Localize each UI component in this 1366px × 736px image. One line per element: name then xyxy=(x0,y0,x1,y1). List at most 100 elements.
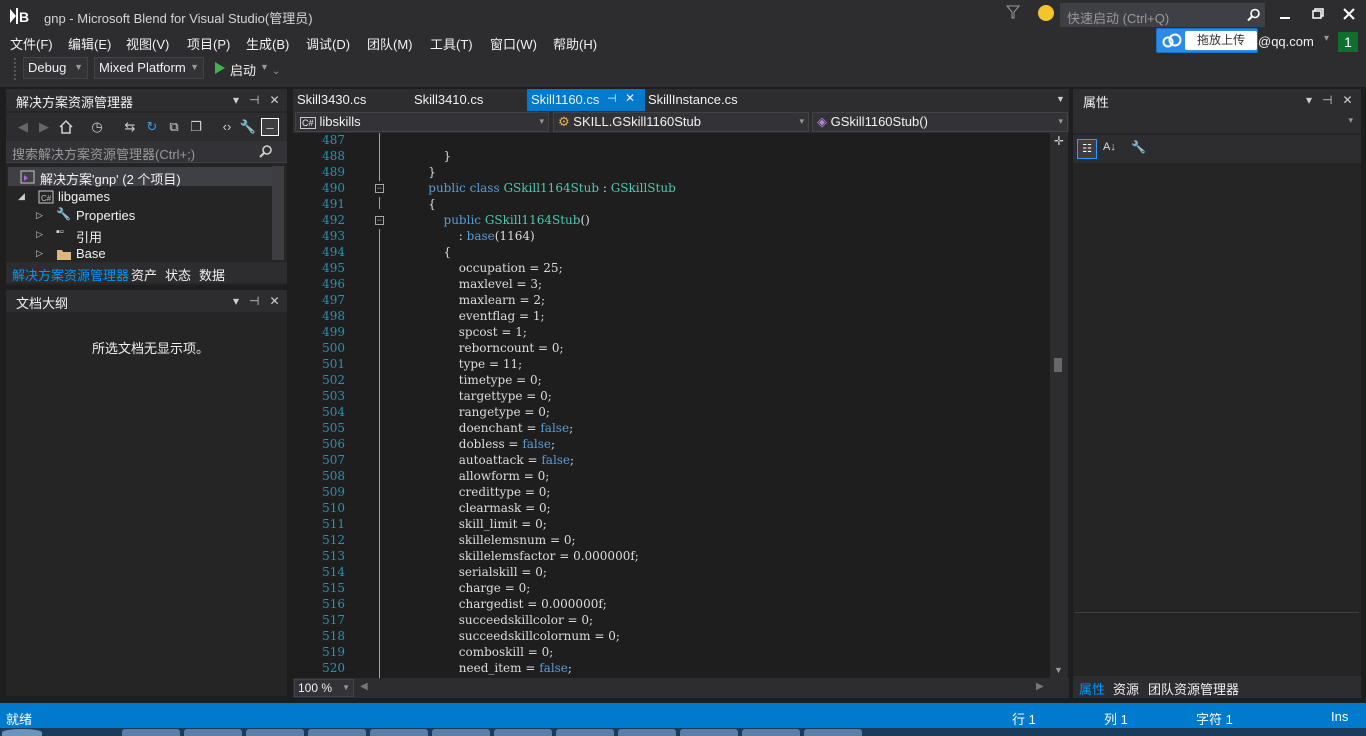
feedback-filter-icon[interactable] xyxy=(1006,5,1020,19)
code-text[interactable]: public class GSkill1164Stub : GSkillStub xyxy=(413,181,676,195)
alphabetical-icon[interactable]: A↓ xyxy=(1103,141,1116,153)
code-text[interactable]: chargedist = 0.000000f; xyxy=(413,597,607,611)
pin-icon[interactable]: ⊣ xyxy=(1322,93,1332,107)
close-window-button[interactable] xyxy=(1334,2,1364,26)
history-icon[interactable]: ◷ xyxy=(88,118,106,136)
menu-project[interactable]: 项目(P) xyxy=(187,34,230,53)
code-text[interactable]: } xyxy=(413,149,452,163)
code-text[interactable]: charge = 0; xyxy=(413,581,531,595)
taskbar-app[interactable] xyxy=(370,729,428,736)
home-icon[interactable] xyxy=(57,118,75,136)
code-line[interactable]: 492 public GSkill1164Stub() xyxy=(293,213,1050,229)
tree-item-base[interactable]: ▷ Base xyxy=(8,244,272,263)
code-line[interactable]: 502 timetype = 0; xyxy=(293,373,1050,389)
code-text[interactable]: spcost = 1; xyxy=(413,325,527,339)
code-text[interactable]: skill_limit = 0; xyxy=(413,517,547,531)
code-text[interactable]: maxlearn = 2; xyxy=(413,293,545,307)
toolbar-overflow-icon[interactable]: ⌄ xyxy=(272,66,280,77)
menu-build[interactable]: 生成(B) xyxy=(246,34,289,53)
code-text[interactable]: comboskill = 0; xyxy=(413,645,554,659)
close-icon[interactable]: ✕ xyxy=(270,93,280,107)
chevron-down-icon[interactable]: ▼ xyxy=(260,62,269,72)
start-debug-button[interactable]: 启动 xyxy=(230,60,256,79)
account-name[interactable]: @qq.com xyxy=(1258,34,1314,49)
code-text[interactable]: rangetype = 0; xyxy=(413,405,550,419)
feedback-smiley-icon[interactable] xyxy=(1038,5,1054,21)
scroll-right-icon[interactable]: ▶ xyxy=(1036,681,1044,692)
taskbar-app[interactable] xyxy=(308,729,366,736)
code-text[interactable]: succeedskillcolornum = 0; xyxy=(413,629,620,643)
restore-button[interactable] xyxy=(1302,2,1332,26)
start-orb[interactable] xyxy=(2,729,42,736)
tab-team-explorer[interactable]: 团队资源管理器 xyxy=(1148,679,1239,698)
tab-skill1160[interactable]: Skill1160.cs ⊣ ✕ xyxy=(527,89,645,111)
taskbar-app[interactable] xyxy=(246,729,304,736)
dropdown-icon[interactable]: ▾ xyxy=(1306,93,1312,107)
split-window-icon[interactable]: ✛ xyxy=(1053,135,1065,147)
toolbar-grip[interactable] xyxy=(14,58,18,80)
pin-icon[interactable]: ⊣ xyxy=(607,92,617,105)
tab-skill3410[interactable]: Skill3410.cs xyxy=(410,89,487,111)
code-line[interactable]: 489 } xyxy=(293,165,1050,181)
taskbar-app[interactable] xyxy=(122,729,180,736)
taskbar-app[interactable] xyxy=(680,729,738,736)
code-text[interactable]: skillelemsnum = 0; xyxy=(413,533,576,547)
code-text[interactable]: eventflag = 1; xyxy=(413,309,545,323)
tab-properties[interactable]: 属性 xyxy=(1079,679,1105,698)
notification-badge[interactable]: 1 xyxy=(1338,32,1358,52)
code-line[interactable]: 501 type = 11; xyxy=(293,357,1050,373)
categorized-icon[interactable]: ☷ xyxy=(1077,139,1097,159)
search-icon[interactable] xyxy=(1247,8,1261,22)
editor-vertical-scrollbar[interactable] xyxy=(1050,133,1068,678)
menu-file[interactable]: 文件(F) xyxy=(10,34,53,53)
solution-explorer-scrollbar[interactable] xyxy=(272,166,284,260)
code-line[interactable]: 520 need_item = false; xyxy=(293,661,1050,677)
solution-search-input[interactable]: 搜索解决方案资源管理器(Ctrl+;) xyxy=(6,141,287,163)
taskbar-app[interactable] xyxy=(184,729,242,736)
tab-skill3430[interactable]: Skill3430.cs xyxy=(293,89,370,111)
tree-item-references[interactable]: ▷ ▪▫ 引用 xyxy=(8,225,272,245)
member-select[interactable]: ◈ GSkill1160Stub() ▾ xyxy=(812,112,1068,132)
code-editor[interactable]: 487 488 } 489 } 490 public class GSkill1164… xyxy=(293,133,1050,678)
search-icon[interactable] xyxy=(258,144,274,160)
tree-item-solution[interactable]: 解决方案'gnp' (2 个项目) xyxy=(8,167,272,187)
scroll-down-icon[interactable]: ▼ xyxy=(1054,665,1063,675)
code-line[interactable]: 510 clearmask = 0; xyxy=(293,501,1050,517)
tab-data[interactable]: 数据 xyxy=(199,265,225,284)
code-line[interactable]: 500 reborncount = 0; xyxy=(293,341,1050,357)
scrollbar-thumb[interactable] xyxy=(1054,358,1062,372)
menu-debug[interactable]: 调试(D) xyxy=(306,34,350,53)
code-line[interactable]: 507 autoattack = false; xyxy=(293,453,1050,469)
menu-help[interactable]: 帮助(H) xyxy=(553,34,597,53)
code-line[interactable]: 508 allowform = 0; xyxy=(293,469,1050,485)
close-icon[interactable]: ✕ xyxy=(625,91,635,105)
code-line[interactable]: 513 skillelemsfactor = 0.000000f; xyxy=(293,549,1050,565)
code-line[interactable]: 497 maxlearn = 2; xyxy=(293,293,1050,309)
quick-launch-input[interactable]: 快速启动 (Ctrl+Q) xyxy=(1060,3,1265,27)
scroll-left-icon[interactable]: ◀ xyxy=(360,681,368,692)
code-line[interactable]: 505 doenchant = false; xyxy=(293,421,1050,437)
code-line[interactable]: 499 spcost = 1; xyxy=(293,325,1050,341)
menu-team[interactable]: 团队(M) xyxy=(367,34,413,53)
code-line[interactable]: 506 dobless = false; xyxy=(293,437,1050,453)
tab-solution-explorer[interactable]: 解决方案资源管理器 xyxy=(12,265,129,284)
tab-resources[interactable]: 资源 xyxy=(1113,679,1139,698)
zoom-select[interactable]: 100 % ▼ xyxy=(294,679,354,697)
taskbar-app[interactable] xyxy=(494,729,552,736)
code-line[interactable]: 509 credittype = 0; xyxy=(293,485,1050,501)
code-line[interactable]: 515 charge = 0; xyxy=(293,581,1050,597)
code-line[interactable]: 511 skill_limit = 0; xyxy=(293,517,1050,533)
menu-edit[interactable]: 编辑(E) xyxy=(68,34,111,53)
collapsed-arrow-icon[interactable]: ▷ xyxy=(36,229,43,240)
code-text[interactable]: autoattack = false; xyxy=(413,453,574,467)
collapse-toggle-icon[interactable]: − xyxy=(375,184,384,193)
code-line[interactable]: 512 skillelemsnum = 0; xyxy=(293,533,1050,549)
taskbar-app[interactable] xyxy=(804,729,862,736)
code-text[interactable]: { xyxy=(413,245,452,259)
code-text[interactable]: targettype = 0; xyxy=(413,389,552,403)
code-line[interactable]: 516 chargedist = 0.000000f; xyxy=(293,597,1050,613)
code-text[interactable]: public GSkill1164Stub() xyxy=(413,213,590,227)
solution-configuration-select[interactable]: Debug ▼ xyxy=(23,57,88,79)
tree-item-libgames[interactable]: ◢ C# libgames xyxy=(8,187,272,206)
properties-wrench-icon[interactable]: 🔧 xyxy=(239,118,257,136)
